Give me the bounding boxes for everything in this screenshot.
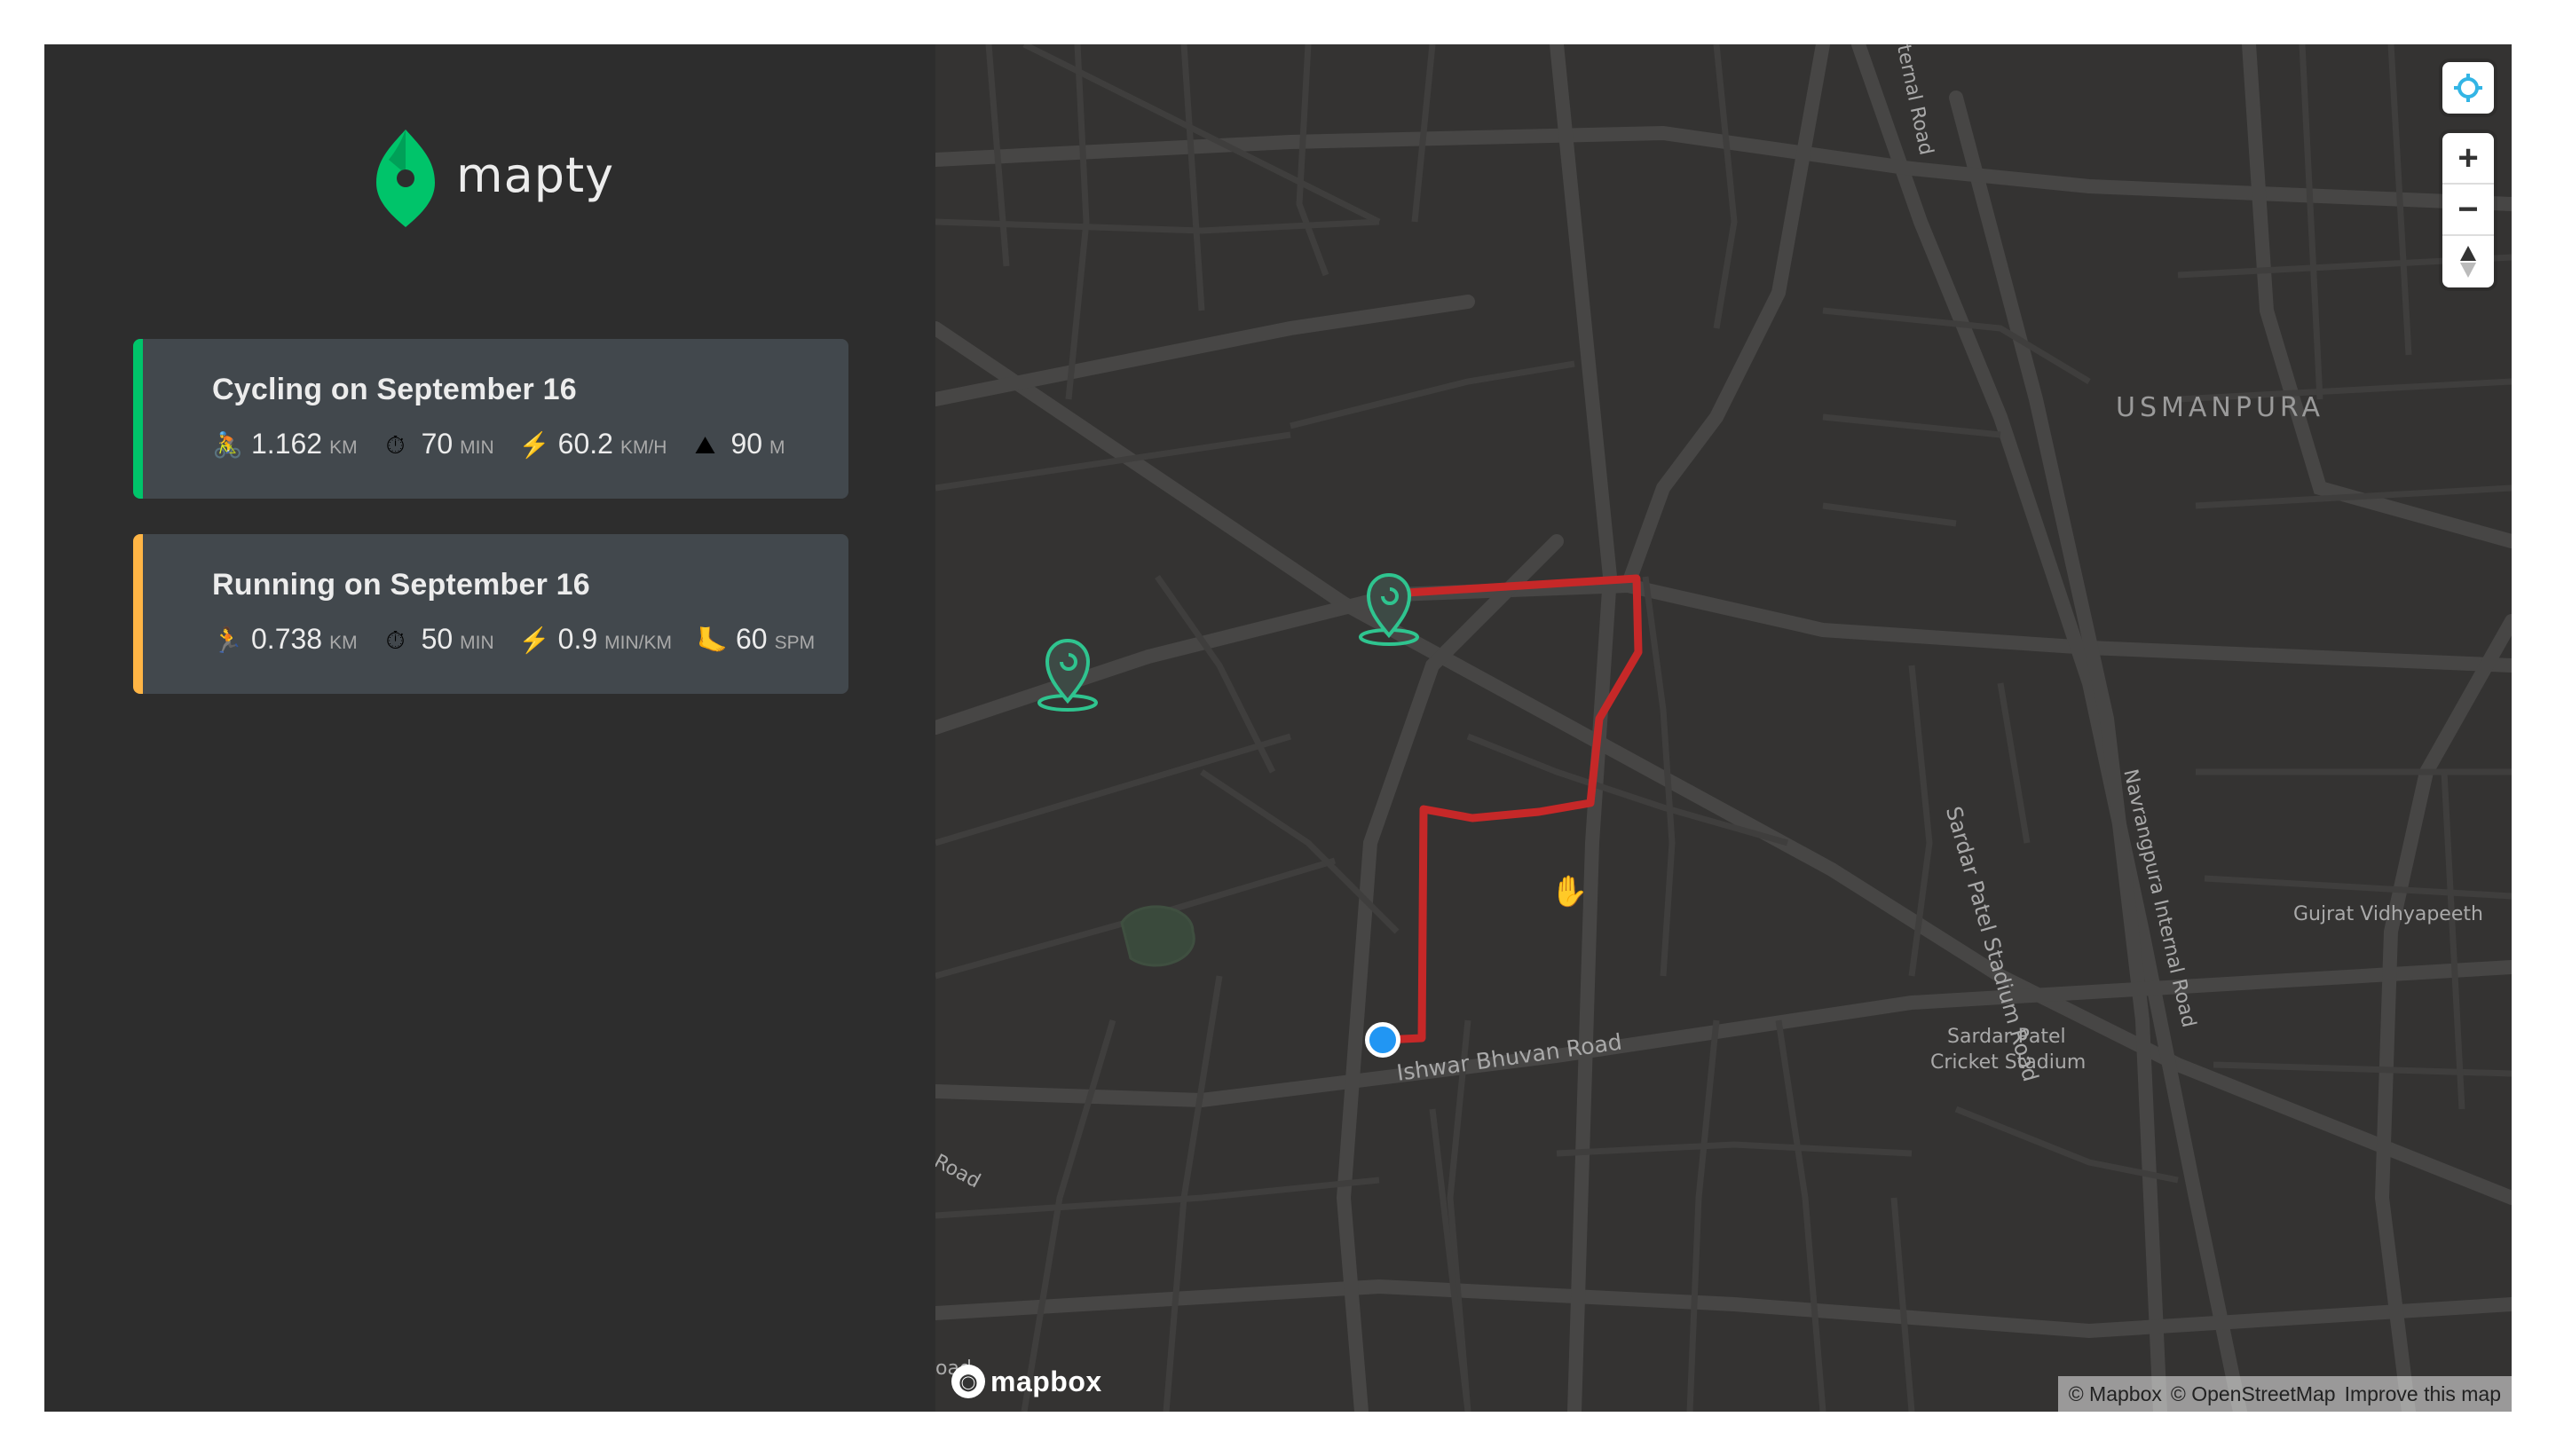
- map-pin-logo-icon: [376, 130, 435, 227]
- mapbox-logo[interactable]: ◉ mapbox: [951, 1365, 1102, 1398]
- mapbox-logo-text: mapbox: [990, 1365, 1102, 1397]
- stat-value: 90: [730, 428, 763, 460]
- lightning-icon: ⚡: [518, 431, 550, 459]
- stat-unit: min: [460, 633, 494, 653]
- stat-unit: km: [329, 633, 358, 653]
- workout-stats: 🏃 0.738 km ⏱ 50 min ⚡ 0.9 min/km 🦶 60: [212, 623, 840, 656]
- geolocate-icon: [2454, 74, 2482, 102]
- stat-distance: 🚴 1.162 km: [212, 428, 358, 460]
- map-label-gujrat-vidhyapeeth: Gujrat Vidhyapeeth: [2293, 903, 2483, 925]
- lightning-icon: ⚡: [518, 626, 550, 654]
- stat-value: 50: [421, 623, 454, 655]
- stat-unit: km: [329, 437, 358, 458]
- stat-value: 0.9: [557, 623, 598, 655]
- stat-elevation: ⛰ 90 m: [691, 428, 785, 460]
- mapbox-logo-icon: ◉: [951, 1365, 985, 1398]
- workout-card-cycling[interactable]: Cycling on September 16 🚴 1.162 km ⏱ 70 …: [133, 339, 848, 499]
- app-window: mapty Cycling on September 16 🚴 1.162 km…: [44, 44, 2512, 1412]
- geolocate-button[interactable]: [2442, 62, 2494, 114]
- stat-duration: ⏱ 70 min: [383, 428, 494, 460]
- stat-duration: ⏱ 50 min: [383, 623, 494, 656]
- attribution-improve-link[interactable]: Improve this map: [2345, 1382, 2501, 1406]
- stat-cadence: 🦶 60 spm: [697, 623, 815, 656]
- compass-icon: [2460, 246, 2476, 278]
- zoom-out-button[interactable]: −: [2442, 185, 2494, 236]
- stat-unit: min/km: [604, 633, 672, 653]
- cycling-icon: 🚴: [212, 431, 243, 459]
- logo: mapty: [376, 130, 614, 227]
- running-icon: 🏃: [212, 626, 243, 654]
- stat-value: 1.162: [251, 428, 323, 460]
- workout-accent-bar: [133, 339, 143, 499]
- workout-card-running[interactable]: Running on September 16 🏃 0.738 km ⏱ 50 …: [133, 534, 848, 694]
- stat-value: 60: [735, 623, 768, 655]
- workout-marker-icon[interactable]: [1358, 566, 1420, 646]
- footprint-icon: 🦶: [696, 626, 728, 654]
- map-label-stadium-line2: Cricket Stadium: [1930, 1051, 2087, 1074]
- stat-pace: ⚡ 0.9 min/km: [519, 623, 672, 656]
- stat-unit: spm: [774, 633, 816, 653]
- compass-button[interactable]: [2442, 236, 2494, 287]
- stopwatch-icon: ⏱: [385, 431, 406, 459]
- grab-cursor-icon: ✋: [1550, 875, 1589, 909]
- stopwatch-icon: ⏱: [385, 626, 406, 654]
- sidebar: mapty Cycling on September 16 🚴 1.162 km…: [44, 44, 935, 1412]
- stat-distance: 🏃 0.738 km: [212, 623, 358, 656]
- map-attribution: © Mapbox © OpenStreetMap Improve this ma…: [2057, 1376, 2512, 1412]
- workout-title: Running on September 16: [212, 568, 590, 602]
- workout-accent-bar: [133, 534, 143, 694]
- zoom-controls: + −: [2442, 133, 2494, 287]
- map-basemap[interactable]: [935, 44, 2512, 1412]
- stat-value: 0.738: [251, 623, 323, 655]
- mountain-icon: ⛰: [694, 431, 716, 459]
- attribution-osm-link[interactable]: © OpenStreetMap: [2171, 1382, 2336, 1406]
- workout-marker-icon[interactable]: [1037, 632, 1099, 712]
- map-label-usmanpura: USMANPURA: [2116, 392, 2325, 423]
- current-location-dot: [1365, 1022, 1400, 1058]
- workout-stats: 🚴 1.162 km ⏱ 70 min ⚡ 60.2 km/h ⛰ 90: [212, 428, 810, 460]
- map[interactable]: USMANPURA Gujrat Vidhyapeeth Sardar Pate…: [935, 44, 2512, 1412]
- workout-title: Cycling on September 16: [212, 373, 577, 406]
- attribution-mapbox-link[interactable]: © Mapbox: [2069, 1382, 2162, 1406]
- stat-unit: km/h: [619, 437, 667, 458]
- stat-value: 70: [421, 428, 454, 460]
- stat-value: 60.2: [557, 428, 613, 460]
- zoom-in-button[interactable]: +: [2442, 133, 2494, 185]
- stat-unit: min: [460, 437, 494, 458]
- stat-speed: ⚡ 60.2 km/h: [519, 428, 667, 460]
- stat-unit: m: [769, 437, 785, 458]
- logo-text: mapty: [456, 146, 615, 203]
